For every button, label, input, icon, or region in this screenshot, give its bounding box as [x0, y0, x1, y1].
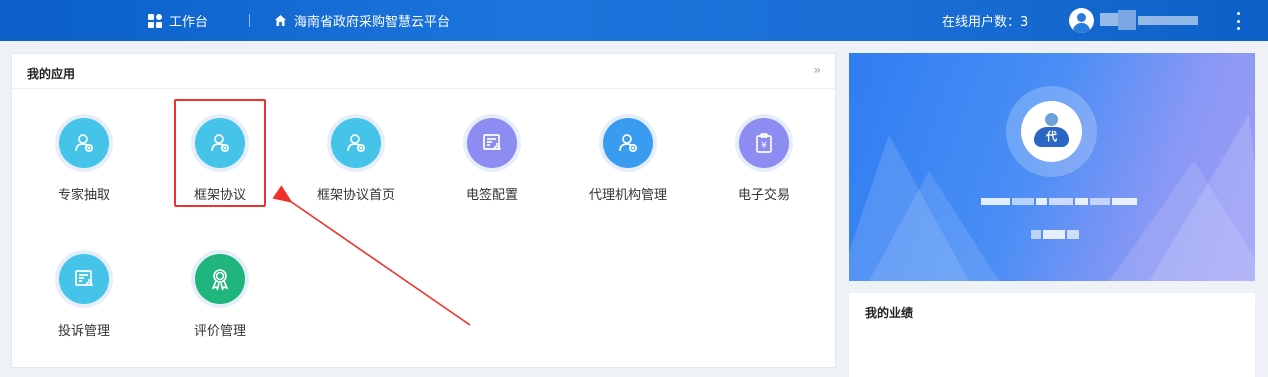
person-x-icon: [331, 118, 381, 168]
person-x-icon: [59, 118, 109, 168]
app-framework-agreement-home[interactable]: 框架协议首页: [301, 114, 411, 214]
my-apps-panel: 我的应用 ›› 专家抽取 框架协议 框架协议首页 电签配置 代理机构管理 ¥ 电…: [11, 53, 836, 368]
online-users-label: 在线用户数：3: [942, 15, 1029, 30]
home-icon: [275, 15, 286, 26]
platform-label: 海南省政府采购智慧云平台: [294, 15, 451, 30]
app-label: 电子交易: [737, 188, 790, 203]
app-label: 代理机构管理: [588, 188, 667, 203]
panel-title: 我的应用: [27, 67, 76, 81]
document-signature-icon: [59, 254, 109, 304]
app-complaint-management[interactable]: 投诉管理: [29, 250, 139, 350]
platform-link[interactable]: 海南省政府采购智慧云平台: [274, 0, 450, 41]
app-e-transaction[interactable]: ¥ 电子交易: [709, 114, 819, 214]
grid-icon: [148, 13, 162, 28]
header-divider: [249, 14, 250, 27]
app-esign-config[interactable]: 电签配置: [437, 114, 547, 214]
my-performance-card: 我的业绩: [849, 293, 1255, 377]
award-badge-icon: [195, 254, 245, 304]
app-label: 框架协议首页: [316, 188, 395, 203]
app-evaluation-management[interactable]: 评价管理: [165, 250, 275, 350]
app-label: 评价管理: [193, 324, 246, 339]
user-avatar-icon[interactable]: [1069, 8, 1094, 33]
highlight-annotation-box: [174, 99, 266, 207]
profile-name-blurred: [981, 198, 1137, 205]
person-x-icon: [603, 118, 653, 168]
workbench-link[interactable]: 工作台: [148, 0, 208, 41]
top-navigation-bar: 工作台 海南省政府采购智慧云平台 在线用户数：3: [0, 0, 1268, 41]
app-label: 投诉管理: [57, 324, 110, 339]
app-expert-extraction[interactable]: 专家抽取: [29, 114, 139, 214]
online-users: 在线用户数：3: [942, 0, 1028, 41]
username-blurred[interactable]: [1100, 10, 1200, 30]
app-label: 专家抽取: [57, 188, 110, 203]
workbench-label: 工作台: [169, 15, 209, 30]
app-agency-management[interactable]: 代理机构管理: [573, 114, 683, 214]
yen-clipboard-icon: ¥: [739, 118, 789, 168]
more-vertical-icon[interactable]: [1231, 10, 1245, 32]
user-profile-card: 代: [849, 53, 1255, 281]
agency-badge: 代: [1034, 127, 1069, 147]
profile-avatar: 代: [1006, 86, 1097, 177]
document-signature-icon: [467, 118, 517, 168]
svg-text:¥: ¥: [761, 141, 767, 151]
profile-role-blurred: [1031, 230, 1079, 239]
double-chevron-right-icon[interactable]: ››: [813, 63, 820, 77]
performance-title: 我的业绩: [865, 306, 914, 320]
panel-header: 我的应用 ››: [12, 54, 835, 89]
app-label: 电签配置: [465, 188, 518, 203]
